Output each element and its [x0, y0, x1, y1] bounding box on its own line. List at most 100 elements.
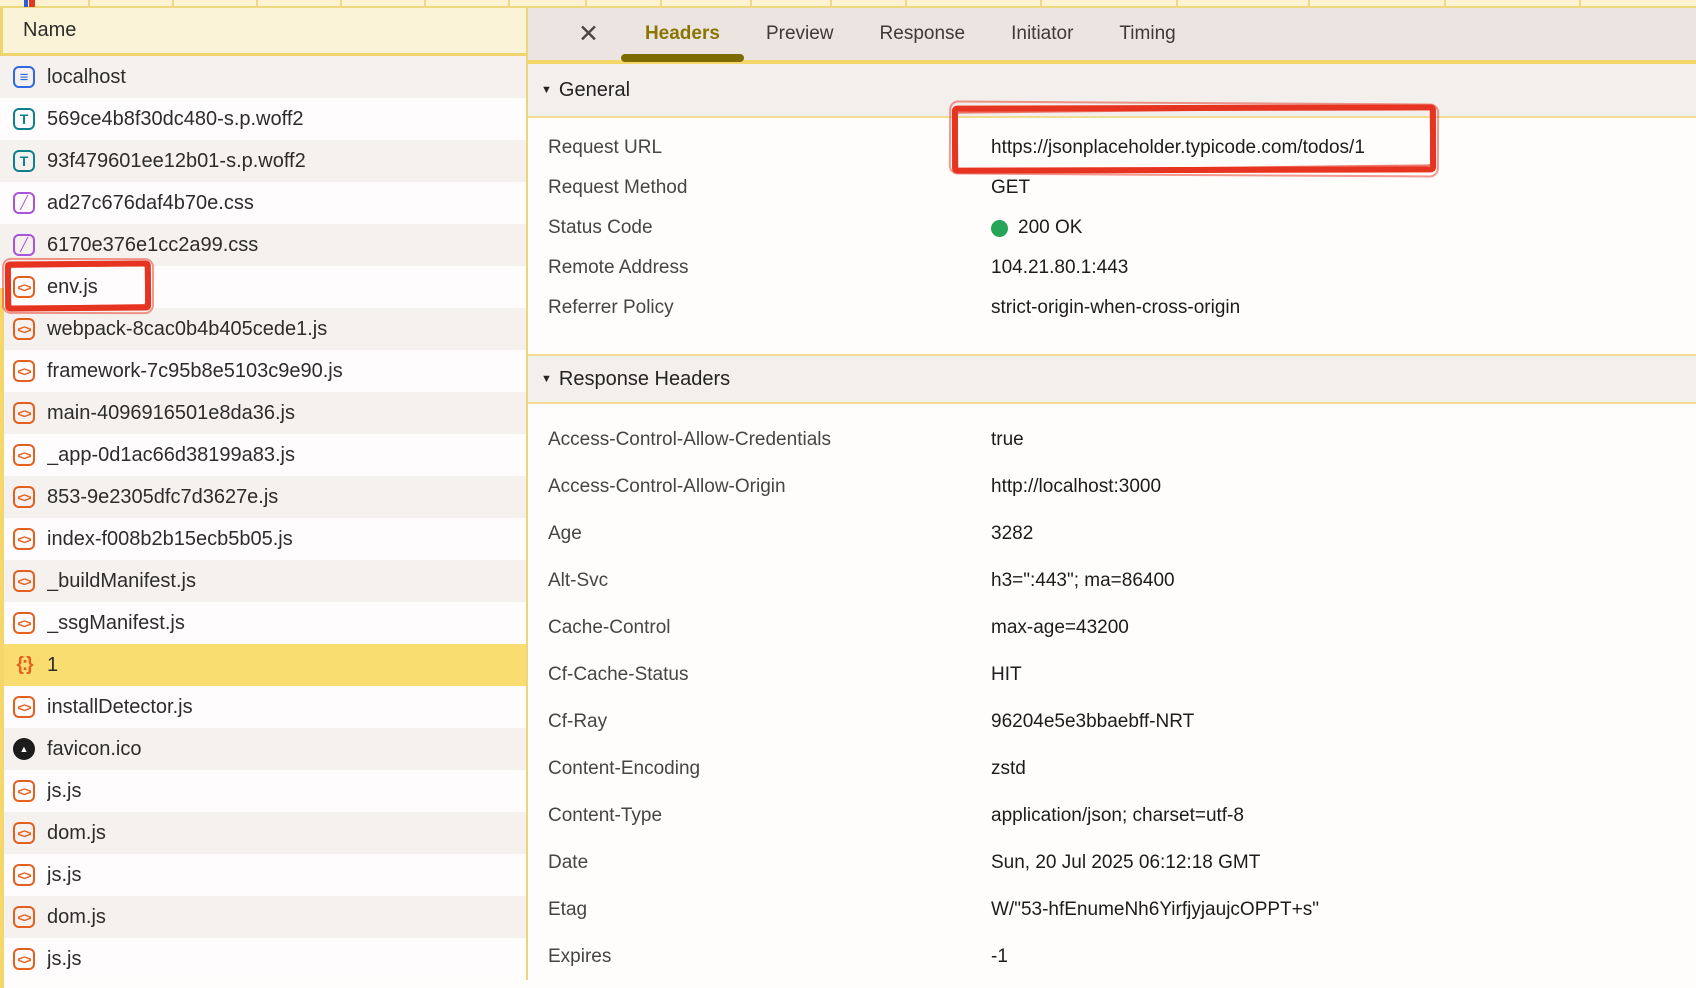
- header-name: Request Method: [548, 177, 991, 199]
- header-value: -1: [991, 946, 1008, 968]
- toolbar-tick: [905, 0, 907, 7]
- section-header-general[interactable]: ▼General: [528, 64, 1696, 118]
- left-edge-divider: [0, 288, 4, 988]
- request-row[interactable]: <>dom.js: [0, 896, 526, 938]
- request-name: 93f479601ee12b01-s.p.woff2: [47, 150, 306, 173]
- section-response-headers: ▼Response HeadersAccess-Control-Allow-Cr…: [528, 354, 1696, 984]
- request-table: Name ≡ localhost T569ce4b8f30dc480-s.p.wof…: [0, 8, 526, 980]
- request-row[interactable]: <>installDetector.js: [0, 686, 526, 728]
- request-row[interactable]: <>js.js: [0, 854, 526, 896]
- tab-initiator[interactable]: Initiator: [1011, 8, 1073, 60]
- request-name: js.js: [47, 780, 81, 803]
- header-name: Request URL: [548, 137, 991, 159]
- request-row[interactable]: ╱6170e376e1cc2a99.css: [0, 224, 526, 266]
- request-row[interactable]: <>dom.js: [0, 812, 526, 854]
- header-row: Cache-Controlmax-age=43200: [528, 604, 1696, 651]
- favicon-file-icon: ▲: [13, 738, 35, 760]
- request-row[interactable]: ╱ad27c676daf4b70e.css: [0, 182, 526, 224]
- tab-response[interactable]: Response: [880, 8, 966, 60]
- request-row[interactable]: <> js.js: [0, 770, 526, 812]
- section-header-response-headers[interactable]: ▼Response Headers: [528, 354, 1696, 404]
- header-value: https://jsonplaceholder.typicode.com/tod…: [991, 137, 1365, 159]
- header-value: 3282: [991, 523, 1033, 545]
- toolbar-tick: [1579, 0, 1581, 7]
- header-name: Remote Address: [548, 257, 991, 279]
- request-name: webpack-8cac0b4b405cede1.js: [47, 318, 327, 341]
- request-name: localhost: [47, 66, 126, 89]
- toolbar-tick: [830, 0, 832, 7]
- script-file-icon: <>: [13, 780, 35, 802]
- collapse-triangle-icon: ▼: [541, 373, 552, 385]
- request-row[interactable]: <>framework-7c95b8e5103c9e90.js: [0, 350, 526, 392]
- section-rows: Access-Control-Allow-CredentialstrueAcce…: [528, 404, 1696, 984]
- script-file-icon: <>: [13, 612, 35, 634]
- request-name: _buildManifest.js: [47, 570, 196, 593]
- script-file-icon: <>: [13, 822, 35, 844]
- script-file-icon: <>: [13, 444, 35, 466]
- request-detail-pane: ✕ HeadersPreviewResponseInitiatorTiming …: [526, 8, 1696, 980]
- script-file-icon: <>: [13, 696, 35, 718]
- toolbar-tick: [585, 0, 587, 7]
- toolbar-tick: [256, 0, 258, 7]
- header-row: Access-Control-Allow-Originhttp://localh…: [528, 463, 1696, 510]
- tab-preview[interactable]: Preview: [766, 8, 834, 60]
- toolbar-tick: [508, 0, 510, 7]
- json-file-icon: {:}: [13, 654, 35, 676]
- name-column-header[interactable]: Name: [0, 8, 526, 56]
- header-name: Content-Encoding: [548, 758, 991, 780]
- header-value: application/json; charset=utf-8: [991, 805, 1244, 827]
- header-value: h3=":443"; ma=86400: [991, 570, 1175, 592]
- script-file-icon: <>: [13, 402, 35, 424]
- tab-timing[interactable]: Timing: [1119, 8, 1175, 60]
- script-file-icon: <>: [13, 948, 35, 970]
- toolbar-tick: [750, 0, 752, 7]
- request-row[interactable]: <>js.js: [0, 938, 526, 980]
- request-row[interactable]: T93f479601ee12b01-s.p.woff2: [0, 140, 526, 182]
- script-file-icon: <>: [13, 360, 35, 382]
- header-name: Age: [548, 523, 991, 545]
- request-row[interactable]: <> main-4096916501e8da36.js: [0, 392, 526, 434]
- request-row[interactable]: ≡ localhost: [0, 56, 526, 98]
- script-file-icon: <>: [13, 864, 35, 886]
- request-row[interactable]: <>index-f008b2b15ecb5b05.js: [0, 518, 526, 560]
- collapse-triangle-icon: ▼: [541, 84, 552, 96]
- section-general: ▼General Request URLhttps://jsonplacehold…: [528, 64, 1696, 354]
- stylesheet-file-icon: ╱: [13, 234, 35, 256]
- header-value: strict-origin-when-cross-origin: [991, 297, 1240, 319]
- request-row[interactable]: <>_ssgManifest.js: [0, 602, 526, 644]
- close-icon[interactable]: ✕: [578, 22, 599, 47]
- toolbar-tick: [660, 0, 662, 7]
- script-file-icon: <>: [13, 276, 35, 298]
- request-name: 569ce4b8f30dc480-s.p.woff2: [47, 108, 304, 131]
- header-value: GET: [991, 177, 1030, 199]
- request-row[interactable]: <>env.js: [0, 266, 526, 308]
- header-value: HIT: [991, 664, 1022, 686]
- request-row[interactable]: <>_app-0d1ac66d38199a83.js: [0, 434, 526, 476]
- request-row[interactable]: <>853-9e2305dfc7d3627e.js: [0, 476, 526, 518]
- request-row[interactable]: <> _buildManifest.js: [0, 560, 526, 602]
- header-value: 200 OK: [991, 217, 1082, 239]
- request-name: ad27c676daf4b70e.css: [47, 192, 254, 215]
- header-name: Status Code: [548, 217, 991, 239]
- header-name: Alt-Svc: [548, 570, 991, 592]
- header-row: Status Code200 OK: [528, 208, 1696, 248]
- header-value: 104.21.80.1:443: [991, 257, 1128, 279]
- header-value: max-age=43200: [991, 617, 1129, 639]
- document-file-icon: ≡: [13, 66, 35, 88]
- request-name: dom.js: [47, 906, 106, 929]
- request-row-selected[interactable]: {:}1: [0, 644, 526, 686]
- request-name: main-4096916501e8da36.js: [47, 402, 295, 425]
- request-row[interactable]: T569ce4b8f30dc480-s.p.woff2: [0, 98, 526, 140]
- header-name: Content-Type: [548, 805, 991, 827]
- header-row: Content-Encodingzstd: [528, 745, 1696, 792]
- script-file-icon: <>: [13, 528, 35, 550]
- tab-headers[interactable]: Headers: [645, 8, 720, 60]
- detail-sections: ▼General Request URLhttps://jsonplacehold…: [528, 64, 1696, 984]
- header-row: EtagW/"53-hfEnumeNh6YirfjyjaujcOPPT+s": [528, 886, 1696, 933]
- status-ok-dot-icon: [991, 220, 1008, 237]
- request-row[interactable]: ▲favicon.ico: [0, 728, 526, 770]
- script-file-icon: <>: [13, 570, 35, 592]
- request-rows: ≡ localhost T569ce4b8f30dc480-s.p.woff2T93…: [0, 56, 526, 980]
- toolbar-tick: [172, 0, 174, 7]
- request-row[interactable]: <>webpack-8cac0b4b405cede1.js: [0, 308, 526, 350]
